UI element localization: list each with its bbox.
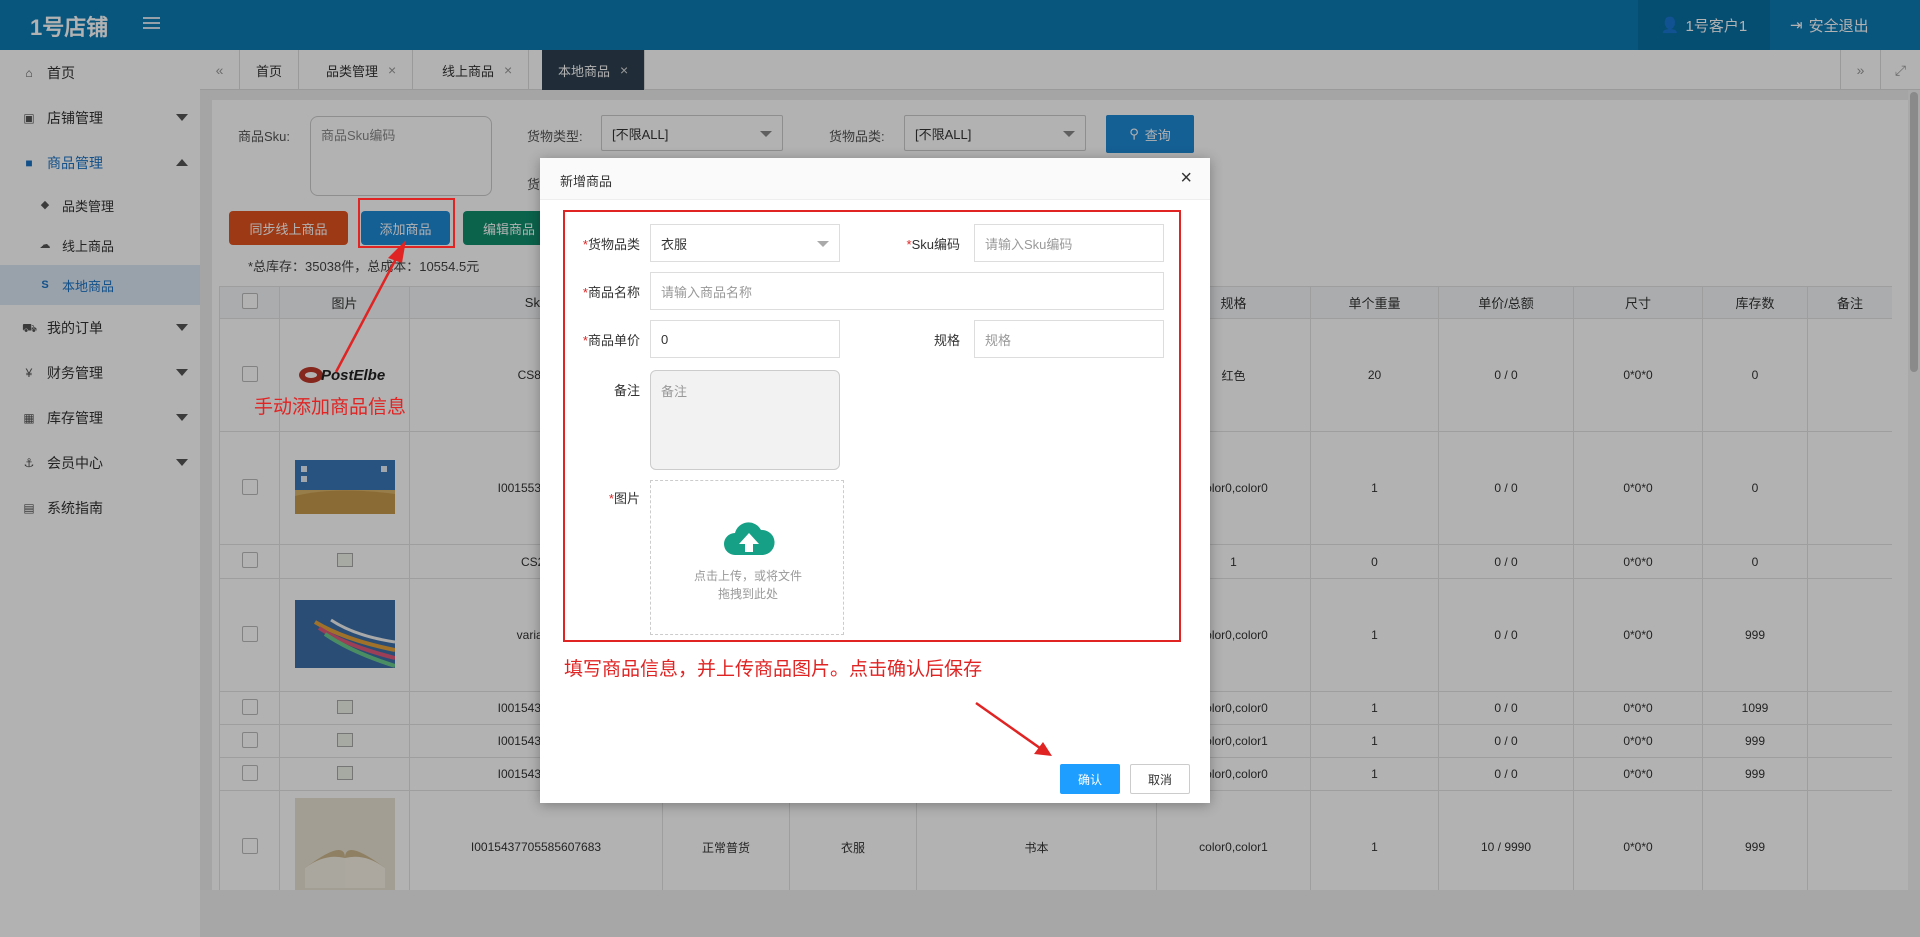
arrowhead-icon bbox=[1034, 742, 1052, 756]
category-select[interactable]: 衣服 bbox=[650, 224, 840, 262]
upload-hint: 点击上传，或将文件 拖拽到此处 bbox=[651, 567, 845, 603]
cloud-upload-icon bbox=[724, 522, 775, 555]
cancel-button[interactable]: 取消 bbox=[1130, 764, 1190, 794]
price-field-label: *商品单价 bbox=[572, 330, 640, 349]
name-field-label: *商品名称 bbox=[572, 282, 640, 301]
add-button-highlight bbox=[358, 198, 455, 248]
field-label-text: Sku编码 bbox=[911, 237, 960, 252]
field-label-text: 商品单价 bbox=[587, 333, 640, 348]
field-label-text: 图片 bbox=[613, 491, 640, 506]
dialog-title: 新增商品 bbox=[560, 174, 613, 189]
image-field-label: *图片 bbox=[572, 488, 640, 507]
upload-hint-line: 拖拽到此处 bbox=[717, 587, 778, 601]
sku-field[interactable]: 请输入Sku编码 bbox=[974, 224, 1164, 262]
remark-field-label: 备注 bbox=[613, 383, 640, 398]
field-label-text: 货物品类 bbox=[587, 237, 640, 252]
remark-textarea[interactable]: 备注 bbox=[650, 370, 840, 470]
spec-field-label: 规格 bbox=[933, 333, 960, 348]
left-annotation: 手动添加商品信息 bbox=[254, 397, 407, 418]
image-upload-dropzone[interactable]: 点击上传，或将文件 拖拽到此处 bbox=[650, 480, 844, 635]
chevron-down-icon bbox=[817, 241, 829, 247]
spec-field[interactable]: 规格 bbox=[974, 320, 1164, 358]
select-value: 衣服 bbox=[661, 236, 688, 252]
upload-hint-line: 点击上传，或将文件 bbox=[693, 569, 802, 583]
arrow-to-confirm-button bbox=[975, 701, 1048, 755]
price-field[interactable]: 0 bbox=[650, 320, 840, 358]
category-field-label: *货物品类 bbox=[572, 234, 640, 253]
add-goods-dialog: 新增商品 × *货物品类 衣服 *Sku编码 请输入Sku编码 *商品名称 请输… bbox=[540, 158, 1210, 803]
confirm-button[interactable]: 确认 bbox=[1060, 764, 1120, 794]
close-icon[interactable]: × bbox=[1180, 167, 1192, 190]
dialog-header: 新增商品 × bbox=[540, 158, 1210, 200]
name-field[interactable]: 请输入商品名称 bbox=[650, 272, 1164, 310]
modal-annotation: 填写商品信息，并上传商品图片。点击确认后保存 bbox=[564, 659, 983, 680]
field-label-text: 商品名称 bbox=[587, 285, 640, 300]
sku-field-label: *Sku编码 bbox=[886, 234, 960, 253]
